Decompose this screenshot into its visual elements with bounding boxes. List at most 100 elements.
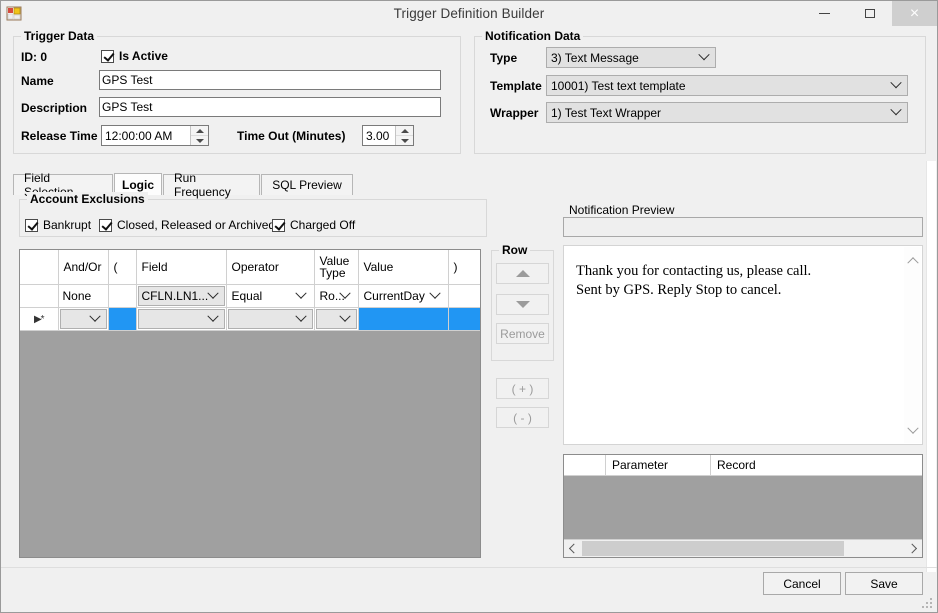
exclusion-bankrupt-label: Bankrupt <box>43 218 92 232</box>
logic-col-value-type[interactable]: Value Type <box>314 250 359 285</box>
logic-grid[interactable]: And/Or ( Field Operator Value Type Value … <box>19 249 481 558</box>
release-time-spin-down[interactable] <box>191 136 208 145</box>
row-2-close-paren[interactable] <box>448 307 480 331</box>
remove-group-label: ( - ) <box>513 410 532 425</box>
logic-col-open-paren[interactable]: ( <box>108 250 137 285</box>
chevron-down-icon <box>890 103 902 117</box>
row-1-value-type[interactable]: Ro... <box>314 284 359 308</box>
notification-preview-label: Notification Preview <box>569 203 675 217</box>
exclusion-charged-off-checkbox[interactable]: Charged Off <box>272 218 355 232</box>
row-1-open-paren[interactable] <box>108 284 137 308</box>
logic-col-value[interactable]: Value <box>358 250 449 285</box>
wrapper-value: 1) Test Text Wrapper <box>551 105 662 120</box>
logic-col-operator[interactable]: Operator <box>226 250 315 285</box>
time-out-spin-buttons[interactable] <box>395 126 413 145</box>
time-out-spin-up[interactable] <box>396 126 413 136</box>
add-group-button[interactable]: ( + ) <box>496 378 549 399</box>
row-1-operator[interactable]: Equal <box>226 284 315 308</box>
remove-group-button[interactable]: ( - ) <box>496 407 549 428</box>
is-active-checkbox[interactable]: Is Active <box>101 49 168 63</box>
tab-sql-preview-label: SQL Preview <box>272 178 342 192</box>
scroll-down-button[interactable] <box>904 422 921 439</box>
logic-col-andor[interactable]: And/Or <box>58 250 109 285</box>
maximize-icon <box>864 9 875 18</box>
table-row[interactable]: ▶* <box>20 307 480 331</box>
release-time-spin-buttons[interactable] <box>190 126 208 145</box>
scroll-up-button[interactable] <box>904 251 921 268</box>
template-label: Template <box>490 79 542 93</box>
triangle-up-icon <box>515 270 530 277</box>
row-1-field-dropdown[interactable]: CFLN.LN1... <box>137 286 225 306</box>
chevron-down-icon <box>890 76 902 90</box>
logic-col-close-paren[interactable]: ) <box>448 250 480 285</box>
hscroll-thumb[interactable] <box>582 541 844 556</box>
row-1-value-dropdown[interactable]: CurrentDay <box>359 286 447 306</box>
move-row-down-button[interactable] <box>496 294 549 315</box>
row-1-value-value: CurrentDay <box>363 289 425 303</box>
remove-row-button[interactable]: Remove <box>496 323 549 344</box>
dialog-vertical-scrollbar[interactable] <box>926 161 936 572</box>
parameter-col-record[interactable]: Record <box>711 455 922 475</box>
minimize-icon <box>819 13 830 14</box>
row-2-andor-dropdown[interactable] <box>59 309 107 329</box>
release-time-spinner[interactable]: 12:00:00 AM <box>101 125 209 146</box>
minimize-button[interactable] <box>802 1 847 26</box>
row-2-operator[interactable] <box>226 307 315 331</box>
type-dropdown[interactable]: 3) Text Message <box>546 47 716 68</box>
table-row[interactable]: None CFLN.LN1... Equal Ro... CurrentDay <box>20 284 480 308</box>
row-1-value-type-dropdown[interactable]: Ro... <box>315 286 357 306</box>
row-2-andor[interactable] <box>58 307 109 331</box>
name-input[interactable]: GPS Test <box>99 70 441 90</box>
resize-grip[interactable] <box>922 598 933 609</box>
template-dropdown[interactable]: 10001) Test text template <box>546 75 908 96</box>
row-1-selector[interactable] <box>20 284 59 308</box>
row-1-andor[interactable]: None <box>58 284 109 308</box>
notification-preview-scrollbar[interactable] <box>904 247 921 443</box>
tab-logic-label: Logic <box>122 177 154 192</box>
row-2-value-type[interactable] <box>314 307 359 331</box>
wrapper-dropdown[interactable]: 1) Test Text Wrapper <box>546 102 908 123</box>
scroll-right-button[interactable] <box>905 540 922 557</box>
row-1-close-paren[interactable] <box>448 284 480 308</box>
row-1-field[interactable]: CFLN.LN1... <box>136 284 227 308</box>
save-button[interactable]: Save <box>845 572 923 595</box>
exclusion-closed-released-archived-checkbox[interactable]: Closed, Released or Archived <box>99 218 275 232</box>
is-active-label: Is Active <box>119 49 168 63</box>
chevron-down-icon <box>338 310 353 328</box>
chevron-down-icon <box>206 310 221 328</box>
notification-preview-subject-input[interactable] <box>563 217 923 237</box>
scroll-left-button[interactable] <box>564 540 581 557</box>
chevron-down-icon <box>428 287 443 305</box>
row-2-field-dropdown[interactable] <box>137 309 225 329</box>
row-2-open-paren[interactable] <box>108 307 137 331</box>
row-2-operator-dropdown[interactable] <box>227 309 313 329</box>
tab-run-frequency[interactable]: Run Frequency <box>163 171 260 199</box>
is-active-checkbox-box <box>101 49 114 63</box>
logic-grid-table: And/Or ( Field Operator Value Type Value … <box>20 250 480 331</box>
description-input[interactable]: GPS Test <box>99 97 441 117</box>
close-button[interactable]: × <box>892 1 937 26</box>
tab-sql-preview[interactable]: SQL Preview <box>261 174 353 195</box>
row-2-field[interactable] <box>136 307 227 331</box>
new-row-selector[interactable]: ▶* <box>20 307 59 331</box>
maximize-button[interactable] <box>847 1 892 26</box>
row-2-value[interactable] <box>358 307 449 331</box>
parameter-grid-header: Parameter Record <box>564 455 922 476</box>
logic-col-field[interactable]: Field <box>136 250 227 285</box>
move-row-up-button[interactable] <box>496 263 549 284</box>
row-1-operator-dropdown[interactable]: Equal <box>227 286 313 306</box>
time-out-spin-down[interactable] <box>396 136 413 145</box>
release-time-spin-up[interactable] <box>191 126 208 136</box>
row-2-value-type-dropdown[interactable] <box>315 309 357 329</box>
notification-preview-body[interactable]: Thank you for contacting us, please call… <box>563 245 923 445</box>
time-out-spinner[interactable]: 3.00 <box>362 125 414 146</box>
row-1-value[interactable]: CurrentDay <box>358 284 449 308</box>
exclusion-bankrupt-checkbox[interactable]: Bankrupt <box>25 218 91 232</box>
parameter-grid-hscrollbar[interactable] <box>564 539 922 557</box>
remove-row-label: Remove <box>500 326 545 341</box>
parameter-grid[interactable]: Parameter Record <box>563 454 923 558</box>
parameter-col-parameter[interactable]: Parameter <box>606 455 711 475</box>
cancel-button[interactable]: Cancel <box>763 572 841 595</box>
exclusion-bankrupt-box <box>25 218 38 232</box>
exclusion-charged-off-label: Charged Off <box>290 218 356 232</box>
